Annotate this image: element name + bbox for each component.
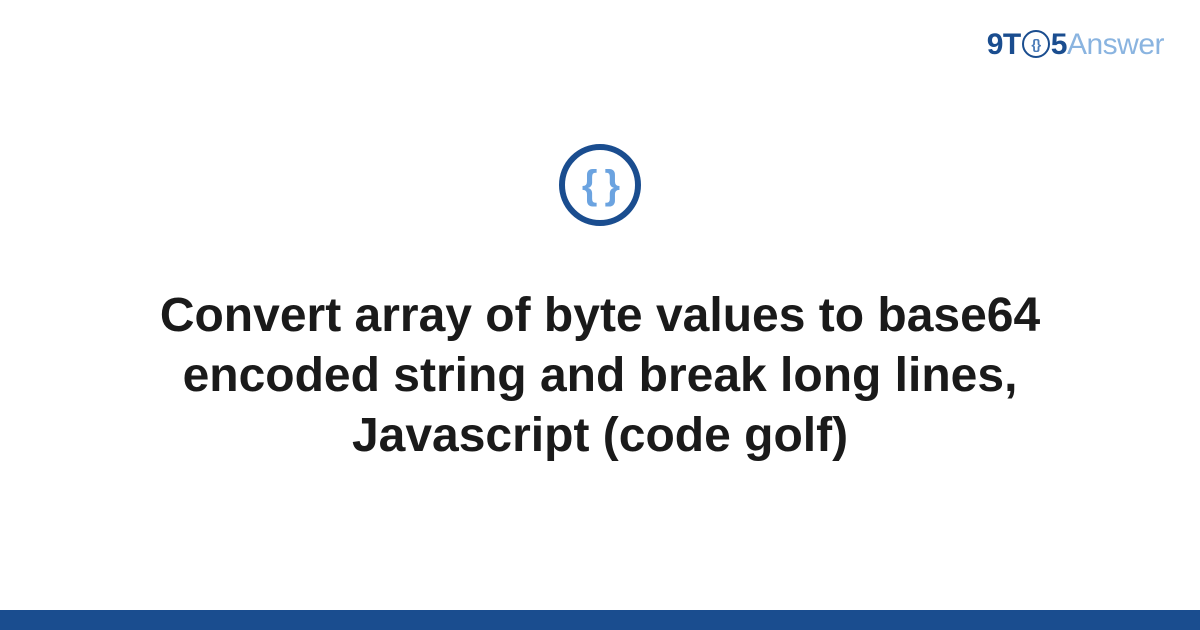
topic-icon-circle: { } [559, 144, 641, 226]
question-title: Convert array of byte values to base64 e… [100, 286, 1100, 466]
bottom-accent-bar [0, 610, 1200, 630]
main-content: { } Convert array of byte values to base… [0, 0, 1200, 610]
topic-icon-wrap: { } [559, 144, 641, 226]
braces-icon: { } [582, 163, 618, 208]
